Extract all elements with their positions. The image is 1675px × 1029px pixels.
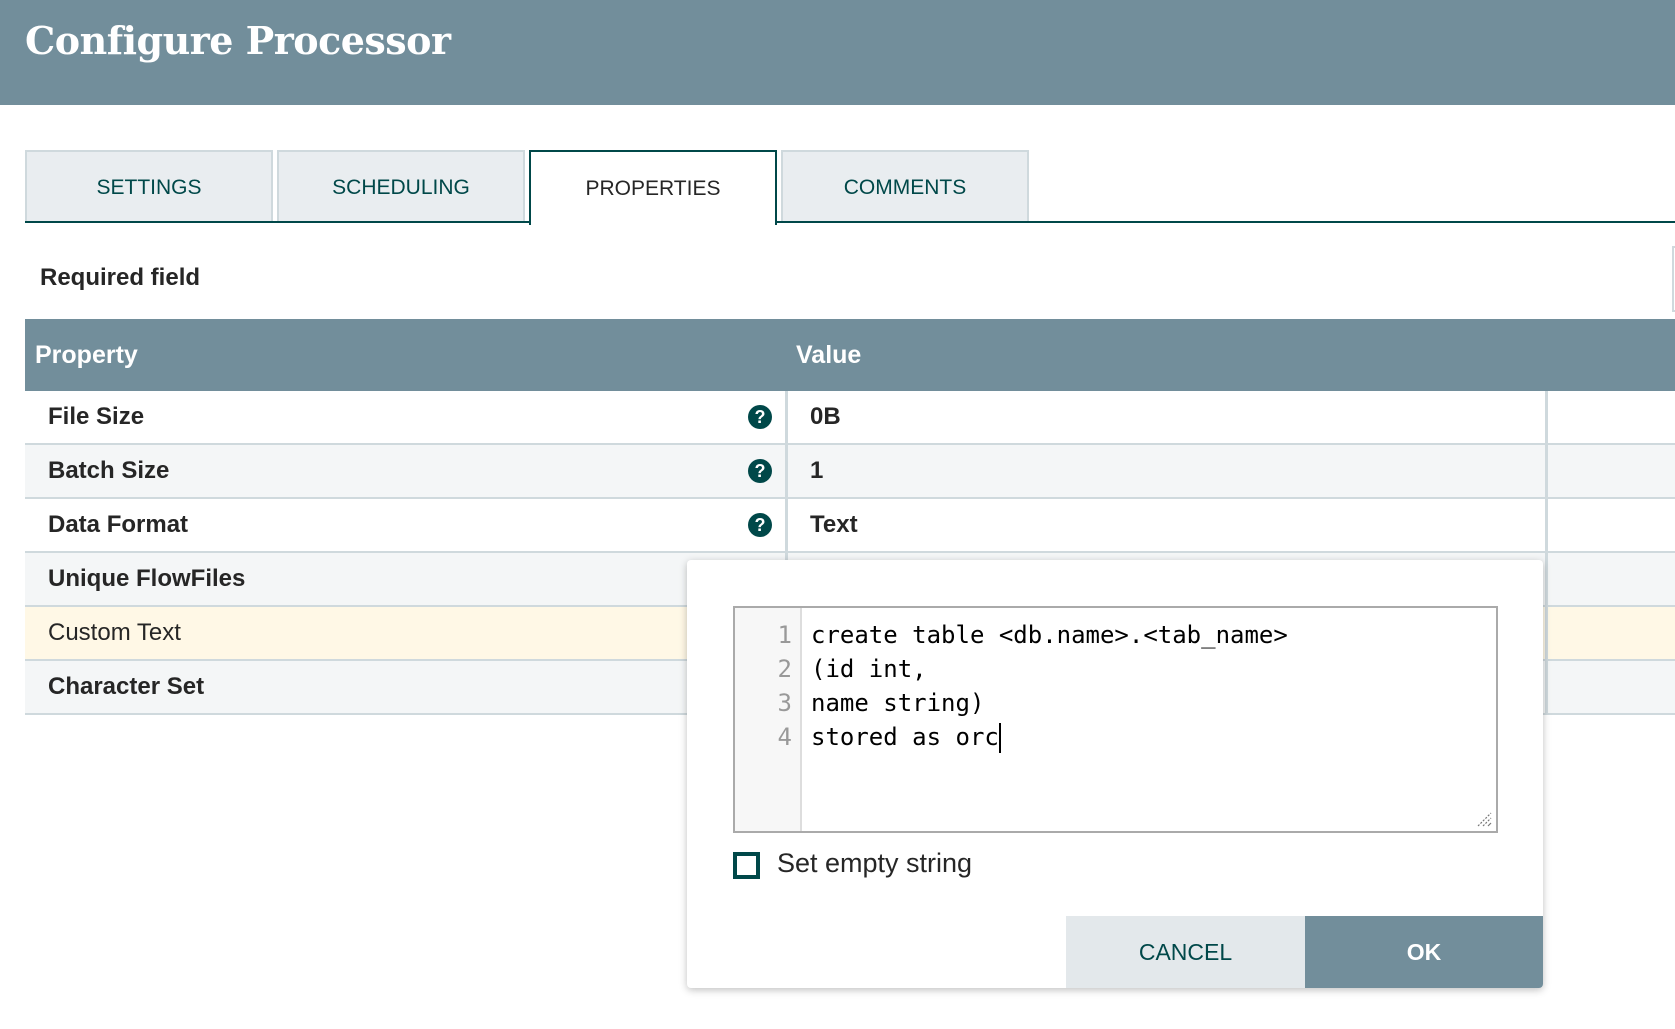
column-divider	[1545, 661, 1548, 713]
code-line[interactable]: (id int,	[811, 652, 927, 686]
required-field-label: Required field	[40, 264, 201, 291]
property-value[interactable]: 0B	[810, 391, 841, 443]
column-divider	[1545, 499, 1548, 551]
column-header-property[interactable]: Property	[35, 319, 138, 391]
resize-grip-icon[interactable]	[1476, 811, 1492, 827]
tab-scheduling[interactable]: SCHEDULING	[277, 150, 525, 223]
question-circle-icon[interactable]: ?	[748, 459, 772, 483]
code-line[interactable]: name string)	[811, 686, 984, 720]
tab-properties[interactable]: PROPERTIES	[529, 150, 777, 225]
code-line[interactable]: create table <db.name>.<tab_name>	[811, 618, 1288, 652]
table-header: Property Value	[25, 319, 1675, 391]
set-empty-string-checkbox[interactable]	[733, 852, 760, 879]
column-divider	[785, 391, 788, 443]
line-number-gutter: 1 2 3 4	[735, 608, 802, 831]
code-line-with-cursor[interactable]: stored as orc	[811, 720, 1001, 754]
table-row[interactable]: Data Format ? Text	[25, 499, 1675, 553]
column-divider	[785, 445, 788, 497]
value-editor-popup: 1 2 3 4 create table <db.name>.<tab_name…	[687, 560, 1543, 988]
property-name: Custom Text	[48, 619, 181, 646]
text-cursor	[998, 723, 1001, 753]
table-row[interactable]: Batch Size ? 1	[25, 445, 1675, 499]
column-divider	[1545, 391, 1548, 443]
dialog-header: Configure Processor	[0, 0, 1675, 105]
property-name: Batch Size	[48, 457, 170, 484]
code-editor[interactable]: 1 2 3 4 create table <db.name>.<tab_name…	[733, 606, 1498, 833]
ok-button[interactable]: OK	[1305, 916, 1543, 988]
property-value[interactable]: 1	[810, 445, 823, 497]
cancel-button[interactable]: CANCEL	[1066, 916, 1305, 988]
column-divider	[1545, 607, 1548, 659]
line-number: 2	[777, 655, 792, 683]
tab-settings[interactable]: SETTINGS	[25, 150, 273, 223]
column-divider	[1545, 445, 1548, 497]
tabs-divider	[25, 221, 1675, 223]
set-empty-string-label[interactable]: Set empty string	[777, 848, 972, 879]
dialog-title: Configure Processor	[25, 18, 451, 63]
line-number: 3	[777, 689, 792, 717]
property-name: File Size	[48, 403, 145, 430]
tab-comments[interactable]: COMMENTS	[781, 150, 1029, 223]
table-row[interactable]: File Size ? 0B	[25, 391, 1675, 445]
column-header-value[interactable]: Value	[796, 319, 861, 391]
property-name: Unique FlowFiles	[48, 565, 246, 592]
property-name: Data Format	[48, 511, 189, 538]
line-number: 4	[777, 723, 792, 751]
question-circle-icon[interactable]: ?	[748, 513, 772, 537]
property-name: Character Set	[48, 673, 205, 700]
code-line-text: stored as orc	[811, 723, 999, 751]
line-number: 1	[777, 621, 792, 649]
column-divider	[1545, 553, 1548, 605]
property-value[interactable]: Text	[810, 499, 858, 551]
column-divider	[785, 499, 788, 551]
question-circle-icon[interactable]: ?	[748, 405, 772, 429]
